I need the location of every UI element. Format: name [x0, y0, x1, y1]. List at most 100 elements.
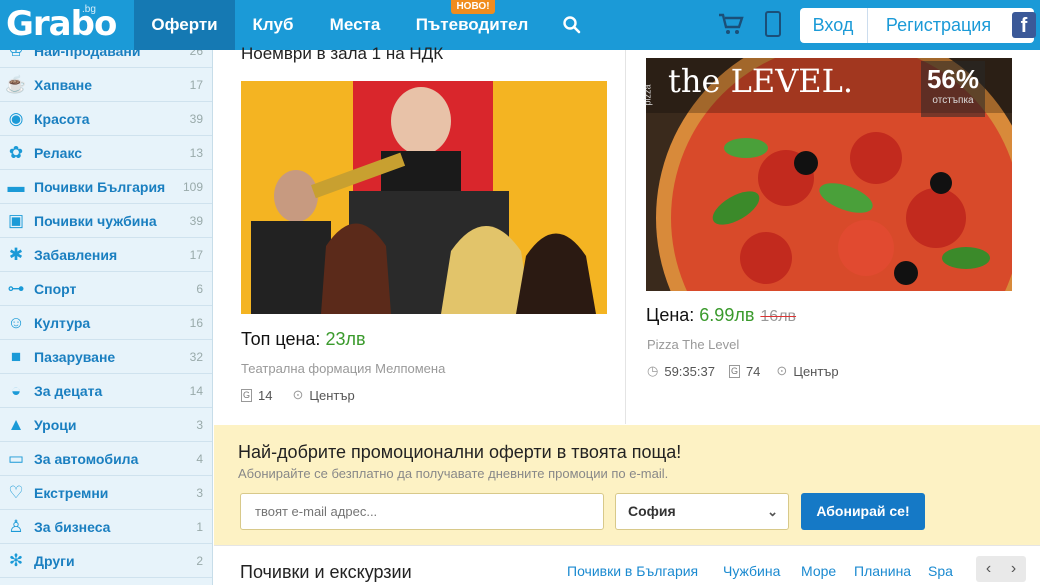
- sidebar-item-count: 14: [189, 383, 203, 398]
- relax-icon: ✿: [8, 142, 24, 162]
- login-button[interactable]: Вход: [800, 8, 866, 43]
- sidebar-item-holidays-abroad[interactable]: ▣ Почивки чужбина 39: [0, 204, 212, 238]
- category-sidebar: ♔ Най-продавани 26 ☕ Хапване 17 ◉ Красот…: [0, 50, 213, 585]
- grabo-logo[interactable]: Grabo: [6, 4, 117, 44]
- sidebar-item-holidays-bulgaria[interactable]: ▬ Почивки България 109: [0, 170, 212, 204]
- sold-icon: G: [728, 364, 740, 378]
- sidebar-item-count: 4: [196, 451, 203, 466]
- sold-icon: G: [241, 388, 252, 402]
- sidebar-item-label: Красота: [34, 110, 90, 127]
- sidebar-item-extreme[interactable]: ♡ Екстремни 3: [0, 476, 212, 510]
- sidebar-item-count: 1: [196, 519, 203, 534]
- newsletter-box: Най-добрите промоционални оферти в твоят…: [214, 425, 1040, 545]
- register-button[interactable]: Регистрация: [867, 8, 1009, 43]
- countdown-timer: 59:35:37: [664, 363, 715, 379]
- deal-card-pizza[interactable]: the LEVEL. pizza 56% отстъпка Цена: 6.99…: [627, 50, 1040, 424]
- clock-icon: ◷: [647, 363, 659, 378]
- sidebar-item-kids[interactable]: ◒ За децата 14: [0, 374, 212, 408]
- section-link-spa[interactable]: Spa: [928, 563, 953, 579]
- facebook-icon[interactable]: f: [1012, 12, 1036, 38]
- dumbbell-icon: ⊶: [7, 278, 25, 298]
- trophy-icon: ♔: [8, 50, 24, 60]
- bulgaria-map-icon: ▬: [7, 176, 25, 196]
- section-link-mountain[interactable]: Планина: [854, 563, 911, 579]
- price-label: Топ цена:: [241, 329, 321, 349]
- new-badge: НОВО!: [451, 0, 495, 14]
- sidebar-item-sport[interactable]: ⊶ Спорт 6: [0, 272, 212, 306]
- sidebar-item-culture[interactable]: ☺ Култура 16: [0, 306, 212, 340]
- sidebar-item-label: Почивки чужбина: [34, 212, 157, 229]
- nav-offers[interactable]: Оферти: [134, 0, 235, 50]
- deal-image-theatre[interactable]: [241, 81, 607, 314]
- deal-card-theatre[interactable]: Ноември в зала 1 на НДК Топ цена: 23лв Т…: [214, 44, 626, 424]
- carousel-arrows: ‹ ›: [976, 556, 1026, 582]
- nav-places[interactable]: Места: [312, 0, 398, 50]
- sidebar-item-business[interactable]: ♙ За бизнеса 1: [0, 510, 212, 544]
- section-title: Почивки и екскурзии: [240, 562, 412, 582]
- sidebar-item-count: 32: [189, 349, 203, 364]
- theatre-masks-icon: ☺: [7, 312, 25, 332]
- city-select-value: София: [628, 503, 676, 519]
- sidebar-item-count: 109: [182, 179, 203, 194]
- sidebar-item-count: 16: [189, 315, 203, 330]
- sidebar-item-relax[interactable]: ✿ Релакс 13: [0, 136, 212, 170]
- subscribe-button[interactable]: Абонирай се!: [801, 493, 925, 530]
- sidebar-item-car[interactable]: ▭ За автомобила 4: [0, 442, 212, 476]
- sidebar-item-other[interactable]: ✻ Други 2: [0, 544, 212, 578]
- mobile-phone-icon[interactable]: [765, 11, 781, 37]
- sidebar-item-count: 26: [189, 50, 203, 58]
- sidebar-item-label: Спорт: [34, 280, 77, 297]
- merchant-name: Pizza The Level: [647, 337, 740, 352]
- sidebar-item-entertainment[interactable]: ✱ Забавления 17: [0, 238, 212, 272]
- deal-meta: G 14 ⊙ Център: [241, 387, 355, 403]
- graduation-cap-icon: ▲: [7, 414, 25, 434]
- food-icon: ☕: [5, 74, 27, 94]
- sidebar-item-label: Релакс: [34, 144, 83, 161]
- location-label: Център: [309, 387, 355, 403]
- sidebar-item-shopping[interactable]: ■ Пазаруване 32: [0, 340, 212, 374]
- deal-meta: ◷ 59:35:37 G 74 ⊙ Център: [647, 363, 839, 379]
- section-link-abroad[interactable]: Чужбина: [723, 563, 780, 579]
- sidebar-item-label: Най-продавани: [34, 50, 141, 59]
- location-pin-icon: ⊙: [292, 387, 304, 402]
- sold-count: 74: [745, 363, 761, 379]
- sidebar-item-count: 13: [189, 145, 203, 160]
- deal-title[interactable]: Ноември в зала 1 на НДК: [241, 44, 443, 64]
- nav-club[interactable]: Клуб: [236, 0, 310, 50]
- logo-domain-suffix: .bg: [82, 4, 96, 15]
- sidebar-item-label: Хапване: [34, 76, 93, 93]
- cart-icon[interactable]: [718, 12, 744, 36]
- sidebar-item-label: Пазаруване: [34, 348, 116, 365]
- chevron-left-icon[interactable]: ‹: [986, 560, 991, 578]
- sidebar-item-count: 17: [189, 77, 203, 92]
- search-icon[interactable]: [556, 0, 588, 50]
- sidebar-item-food[interactable]: ☕ Хапване 17: [0, 68, 212, 102]
- suitcase-icon: ▣: [7, 210, 25, 230]
- price-label: Цена:: [646, 305, 695, 325]
- sidebar-item-bestsellers[interactable]: ♔ Най-продавани 26: [0, 50, 212, 68]
- chevron-right-icon[interactable]: ›: [1011, 560, 1016, 578]
- deal-price: Цена: 6.99лв 16лв: [646, 305, 796, 326]
- section-link-sea[interactable]: Море: [801, 563, 836, 579]
- sidebar-item-count: 17: [189, 247, 203, 262]
- sidebar-item-label: Уроци: [34, 416, 77, 433]
- sidebar-item-beauty[interactable]: ◉ Красота 39: [0, 102, 212, 136]
- brand-small-text: pizza: [642, 84, 653, 106]
- sidebar-item-label: За бизнеса: [34, 518, 111, 535]
- sidebar-item-lessons[interactable]: ▲ Уроци 3: [0, 408, 212, 442]
- sidebar-item-label: Култура: [34, 314, 91, 331]
- email-field[interactable]: [240, 493, 604, 530]
- brand-logo-text: the LEVEL.: [668, 62, 854, 100]
- car-icon: ▭: [7, 448, 25, 468]
- chevron-down-icon: ⌄: [767, 504, 778, 519]
- sidebar-item-label: За децата: [34, 382, 103, 399]
- sidebar-item-label: Други: [34, 552, 75, 569]
- sidebar-item-label: Екстремни: [34, 484, 109, 501]
- old-price: 16лв: [760, 308, 797, 325]
- section-header: Почивки и екскурзии Почивки в България Ч…: [214, 545, 1040, 585]
- shopping-bag-icon: ■: [10, 346, 22, 366]
- newsletter-subtitle: Абонирайте се безплатно да получавате дн…: [238, 466, 669, 481]
- discount-label: отстъпка: [932, 95, 974, 106]
- city-select[interactable]: София ⌄: [615, 493, 789, 530]
- section-link-bulgaria[interactable]: Почивки в България: [567, 563, 698, 579]
